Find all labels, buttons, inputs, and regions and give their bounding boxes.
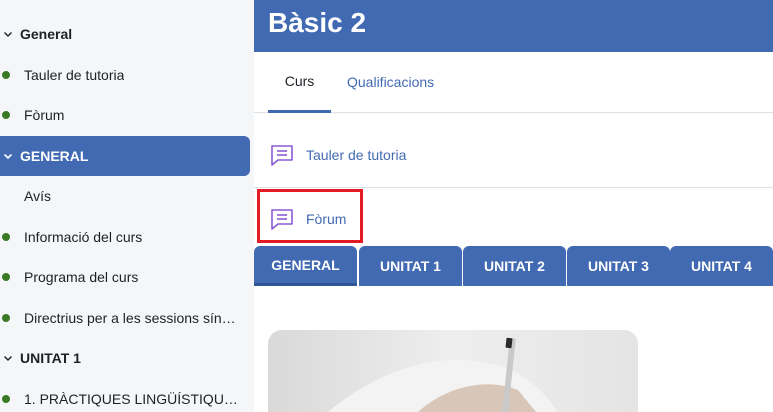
- sidebar-item-tauler-de-tutoria[interactable]: Tauler de tutoria: [0, 55, 250, 95]
- unit-tab-unitat-4[interactable]: UNITAT 4: [670, 246, 773, 286]
- sidebar-item-directrius[interactable]: Directrius per a les sessions sín…: [0, 298, 250, 338]
- forum-icon[interactable]: [269, 142, 295, 168]
- unit-tabs: GENERAL UNITAT 1 UNITAT 2 UNITAT 3 UNITA…: [254, 246, 773, 286]
- sidebar-item-practiques-linguistiques[interactable]: 1. PRÀCTIQUES LINGÜÍSTIQU…: [0, 379, 250, 412]
- sidebar-item-avis[interactable]: Avís: [0, 176, 250, 216]
- page-title: Bàsic 2: [268, 7, 367, 38]
- sidebar-item-label: Directrius per a les sessions sín…: [24, 310, 236, 326]
- course-index-sidebar: General Tauler de tutoria Fòrum GENERAL …: [0, 0, 254, 412]
- completion-dot-icon: [2, 314, 10, 322]
- unit-tab-unitat-1[interactable]: UNITAT 1: [359, 246, 462, 286]
- sidebar-item-label: Avís: [24, 188, 51, 204]
- sidebar-section-unitat-1[interactable]: UNITAT 1: [0, 338, 250, 378]
- sidebar-item-label: Tauler de tutoria: [24, 67, 125, 83]
- sidebar-item-label: 1. PRÀCTIQUES LINGÜÍSTIQU…: [24, 391, 238, 407]
- activity-tauler-de-tutoria: Tauler de tutoria: [254, 122, 773, 188]
- chevron-down-icon: [3, 29, 13, 39]
- sidebar-item-label: Informació del curs: [24, 229, 143, 245]
- course-nav-tabs: Curs Qualificacions: [254, 52, 773, 113]
- sidebar-item-label: General: [20, 26, 73, 42]
- unit-tab-general[interactable]: GENERAL: [254, 246, 357, 286]
- tab-curs[interactable]: Curs: [268, 52, 331, 113]
- activity-link[interactable]: Tauler de tutoria: [306, 147, 406, 163]
- completion-dot-icon: [2, 111, 10, 119]
- sidebar-item-label: Programa del curs: [24, 269, 139, 285]
- forum-icon[interactable]: [269, 206, 295, 232]
- unit-tab-unitat-3[interactable]: UNITAT 3: [567, 246, 670, 286]
- unit-tab-unitat-2[interactable]: UNITAT 2: [463, 246, 566, 286]
- sidebar-section-general-active[interactable]: GENERAL: [0, 136, 250, 176]
- completion-dot-icon: [2, 273, 10, 281]
- completion-dot-icon: [2, 71, 10, 79]
- completion-dot-icon: [2, 395, 10, 403]
- activity-link[interactable]: Fòrum: [306, 211, 346, 227]
- course-header: Bàsic 2: [254, 0, 773, 52]
- chevron-down-icon: [3, 151, 13, 161]
- activity-forum: Fòrum: [254, 186, 773, 252]
- tab-qualificacions[interactable]: Qualificacions: [347, 52, 434, 112]
- sidebar-section-general[interactable]: General: [0, 14, 250, 54]
- sidebar-item-informacio-del-curs[interactable]: Informació del curs: [0, 217, 250, 257]
- sidebar-item-label: Fòrum: [24, 107, 65, 123]
- completion-dot-icon: [2, 233, 10, 241]
- sidebar-item-label: UNITAT 1: [20, 350, 81, 366]
- sidebar-item-forum[interactable]: Fòrum: [0, 95, 250, 135]
- sidebar-item-programa-del-curs[interactable]: Programa del curs: [0, 257, 250, 297]
- course-image: [268, 330, 638, 412]
- chevron-down-icon: [3, 353, 13, 363]
- sidebar-item-label: GENERAL: [20, 148, 89, 164]
